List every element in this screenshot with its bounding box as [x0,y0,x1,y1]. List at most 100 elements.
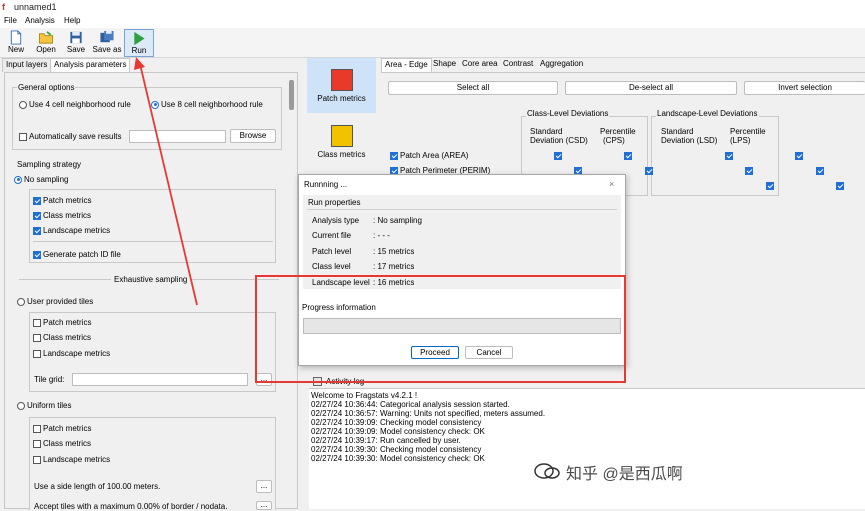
perim-lps-checkbox[interactable] [815,166,824,175]
generate-patch-id-box[interactable] [33,250,41,259]
area-checkbox[interactable] [390,151,398,160]
app-icon: f [2,2,5,12]
new-button[interactable]: New [1,29,31,57]
area-lps-checkbox[interactable] [795,151,804,160]
left-tabs: Input layers Analysis parameters [0,58,302,72]
log-line: 02/27/24 10:36:57: Warning: Units not sp… [311,409,546,418]
close-icon[interactable]: × [609,179,614,189]
radio-4-cell-indicator[interactable] [19,100,27,109]
row3-lps-checkbox[interactable] [836,181,845,190]
menu-file[interactable]: File [4,16,17,25]
menu-help[interactable]: Help [64,16,80,25]
radio-user-tiles[interactable]: User provided tiles [17,297,93,306]
toolbar: New Open Save Save as Run [0,28,865,58]
prop-key: Class level [312,262,351,271]
menu-analysis[interactable]: Analysis [25,16,55,25]
auto-save-box[interactable] [19,132,27,141]
new-label: New [7,45,24,54]
area-cps-checkbox[interactable] [624,151,633,160]
row3-lsd-checkbox[interactable] [765,181,774,190]
uf-patch-metrics-label: Patch metrics [43,424,92,433]
metric-row-area[interactable]: Patch Area (AREA) [390,151,468,160]
tab-shape[interactable]: Shape [430,58,459,72]
radio-no-sampling-indicator[interactable] [14,175,22,184]
uf-landscape-metrics-box[interactable] [33,455,41,464]
browse-button[interactable]: Browse [230,129,276,143]
sidebar-item-class-metrics[interactable]: Class metrics [307,114,376,169]
tab-aggregation[interactable]: Aggregation [537,58,586,72]
radio-uniform-tiles[interactable]: Uniform tiles [17,401,71,410]
log-line: 02/27/24 10:39:17: Run cancelled by user… [311,436,461,445]
auto-save-checkbox[interactable]: Automatically save results [19,132,121,141]
uf-class-metrics-box[interactable] [33,439,41,448]
ns-class-metrics-label: Class metrics [43,211,92,220]
select-all-button[interactable]: Select all [388,81,558,95]
save-button[interactable]: Save [61,29,91,57]
open-button[interactable]: Open [31,29,61,57]
deselect-all-button[interactable]: De-select all [565,81,737,95]
perim-cps-checkbox[interactable] [644,166,653,175]
watermark-text: 知乎 @是西瓜啊 [566,466,683,483]
prop-key: Current file [312,231,352,240]
save-disk-icon [70,31,82,44]
tab-contrast[interactable]: Contrast [500,58,536,72]
sidebar-patch-metrics-label: Patch metrics [317,94,366,103]
tab-area-edge[interactable]: Area - Edge [381,58,432,72]
save-as-label: Save as [92,45,122,54]
lps-header-2: (LPS) [730,136,751,145]
ut-class-metrics-box[interactable] [33,333,41,342]
perim-lsd-checkbox[interactable] [745,166,754,175]
uf-landscape-metrics-label: Landscape metrics [43,455,111,464]
save-as-button[interactable]: Save as [91,29,123,57]
open-folder-icon [38,31,54,44]
area-csd-checkbox[interactable] [554,151,562,160]
ut-patch-metrics-label: Patch metrics [43,318,92,327]
ns-patch-metrics-box[interactable] [33,196,41,205]
area-label: Patch Area (AREA) [400,151,469,160]
tab-core-area[interactable]: Core area [459,58,501,72]
ns-class-metrics-box[interactable] [33,211,41,220]
radio-8-cell[interactable]: Use 8 cell neighborhood rule [151,100,263,109]
sidebar-item-patch-metrics[interactable]: Patch metrics [307,58,376,113]
log-line: 02/27/24 10:39:09: Checking model consis… [311,418,482,427]
ut-landscape-metrics-box[interactable] [33,349,41,358]
ns-landscape-metrics-checkbox[interactable]: Landscape metrics [33,226,110,235]
uniform-tiles-label: Uniform tiles [27,401,72,410]
area-lsd-checkbox[interactable] [724,151,733,160]
lsd-header-1: Standard [661,127,694,136]
prop-value: : - - - [373,231,390,240]
ns-patch-metrics-checkbox[interactable]: Patch metrics [33,196,91,205]
invert-selection-button[interactable]: Invert selection [744,81,865,95]
radio-user-tiles-indicator[interactable] [17,297,25,306]
ut-patch-metrics-box[interactable] [33,318,41,327]
output-path-input[interactable] [129,130,226,143]
uf-patch-metrics-checkbox[interactable]: Patch metrics [33,424,91,433]
radio-4-cell[interactable]: Use 4 cell neighborhood rule [19,100,131,109]
uf-landscape-metrics-checkbox[interactable]: Landscape metrics [33,455,110,464]
ns-landscape-metrics-box[interactable] [33,226,41,235]
generate-patch-id-checkbox[interactable]: Generate patch ID file [33,250,121,259]
run-play-icon [134,31,145,46]
ut-class-metrics-checkbox[interactable]: Class metrics [33,333,91,342]
annotation-red-box [255,275,626,383]
radio-uniform-tiles-indicator[interactable] [17,401,25,410]
radio-no-sampling[interactable]: No sampling [14,175,68,184]
tile-grid-input[interactable] [72,373,248,386]
ut-landscape-metrics-label: Landscape metrics [43,349,111,358]
prop-key: Analysis type [312,216,360,225]
left-panel-scrollbar[interactable] [289,80,294,110]
tab-input-layers[interactable]: Input layers [2,58,52,72]
general-options-title: General options [17,83,76,92]
side-length-button[interactable]: ... [256,480,272,493]
exhaustive-sampling-title: Exhaustive sampling [111,275,191,284]
run-button[interactable]: Run [124,29,154,57]
tab-analysis-parameters[interactable]: Analysis parameters [50,58,131,72]
uf-class-metrics-checkbox[interactable]: Class metrics [33,439,91,448]
activity-log: Welcome to Fragstats v4.2.1 ! 02/27/24 1… [309,389,865,509]
uf-patch-metrics-box[interactable] [33,424,41,433]
ut-landscape-metrics-checkbox[interactable]: Landscape metrics [33,349,110,358]
area-edge-panel: Select all De-select all Invert selectio… [381,72,865,196]
ns-class-metrics-checkbox[interactable]: Class metrics [33,211,91,220]
radio-8-cell-indicator[interactable] [151,100,159,109]
ut-patch-metrics-checkbox[interactable]: Patch metrics [33,318,91,327]
